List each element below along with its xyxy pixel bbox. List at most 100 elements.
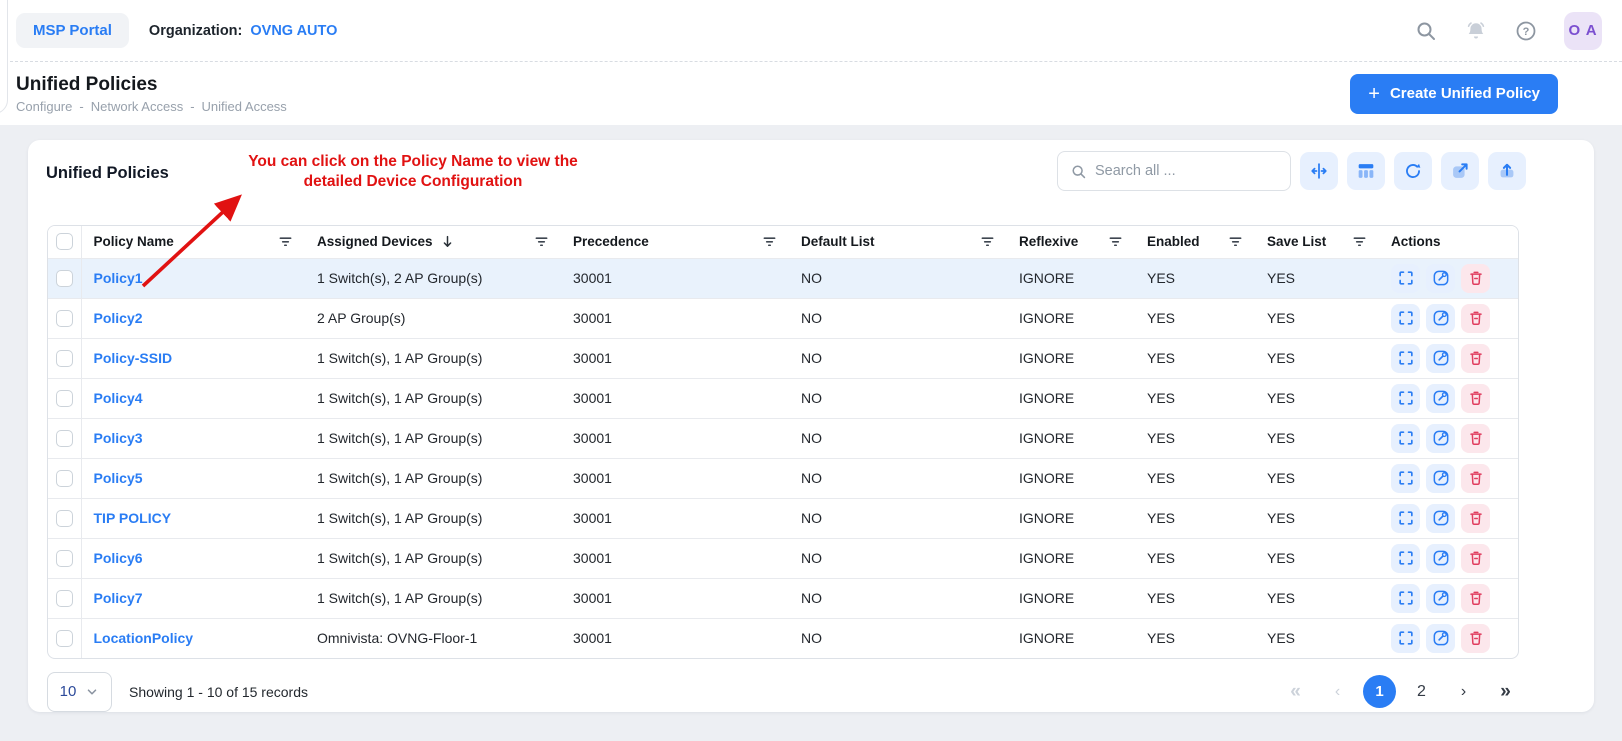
delete-policy-button[interactable] xyxy=(1461,384,1490,413)
table-row: LocationPolicy Omnivista: OVNG-Floor-1 3… xyxy=(48,618,1519,658)
topbar-left: MSP Portal Organization: OVNG AUTO xyxy=(16,13,337,48)
assigned-devices-cell: 1 Switch(s), 1 AP Group(s) xyxy=(305,338,561,378)
edit-policy-button[interactable] xyxy=(1426,304,1455,333)
next-page-button[interactable]: › xyxy=(1447,675,1480,708)
col-policy-name[interactable]: Policy Name xyxy=(81,226,305,258)
edit-policy-button[interactable] xyxy=(1426,424,1455,453)
col-save-list[interactable]: Save List xyxy=(1255,226,1379,258)
export-button[interactable] xyxy=(1441,152,1479,190)
policy-name-link[interactable]: LocationPolicy xyxy=(94,630,194,646)
row-checkbox[interactable] xyxy=(56,270,73,287)
table-row: Policy-SSID 1 Switch(s), 1 AP Group(s) 3… xyxy=(48,338,1519,378)
row-checkbox[interactable] xyxy=(56,430,73,447)
delete-policy-button[interactable] xyxy=(1461,544,1490,573)
create-unified-policy-button[interactable]: + Create Unified Policy xyxy=(1350,74,1558,114)
assigned-devices-cell: 1 Switch(s), 1 AP Group(s) xyxy=(305,378,561,418)
delete-policy-button[interactable] xyxy=(1461,624,1490,653)
filter-icon[interactable] xyxy=(1108,234,1123,249)
col-enabled[interactable]: Enabled xyxy=(1135,226,1255,258)
edit-policy-button[interactable] xyxy=(1426,384,1455,413)
expand-policy-button[interactable] xyxy=(1391,464,1420,493)
policy-name-link[interactable]: Policy7 xyxy=(94,590,143,606)
col-precedence[interactable]: Precedence xyxy=(561,226,789,258)
expand-policy-button[interactable] xyxy=(1391,344,1420,373)
last-page-button[interactable]: » xyxy=(1489,675,1522,708)
unified-policies-page: MSP Portal Organization: OVNG AUTO xyxy=(0,0,1622,741)
policy-name-link[interactable]: Policy3 xyxy=(94,430,143,446)
page-size-select[interactable]: 10 xyxy=(47,672,112,712)
edit-policy-button[interactable] xyxy=(1426,544,1455,573)
nav-flyout-edge xyxy=(0,0,8,114)
expand-policy-button[interactable] xyxy=(1391,424,1420,453)
organization-value[interactable]: OVNG AUTO xyxy=(250,23,337,39)
filter-icon[interactable] xyxy=(762,234,777,249)
import-upload-button[interactable] xyxy=(1488,152,1526,190)
fit-columns-button[interactable] xyxy=(1300,152,1338,190)
filter-icon[interactable] xyxy=(1352,234,1367,249)
help-icon[interactable]: ? xyxy=(1514,19,1538,43)
edit-policy-button[interactable] xyxy=(1426,464,1455,493)
policy-name-link[interactable]: Policy5 xyxy=(94,470,143,486)
col-default-list[interactable]: Default List xyxy=(789,226,1007,258)
prev-page-button[interactable]: ‹ xyxy=(1321,675,1354,708)
columns-settings-button[interactable] xyxy=(1347,152,1385,190)
filter-icon[interactable] xyxy=(278,234,293,249)
col-assigned-devices[interactable]: Assigned Devices xyxy=(305,226,561,258)
expand-policy-button[interactable] xyxy=(1391,384,1420,413)
first-page-button[interactable]: « xyxy=(1279,675,1312,708)
delete-policy-button[interactable] xyxy=(1461,264,1490,293)
breadcrumb-item-unified-access[interactable]: Unified Access xyxy=(202,99,287,114)
policy-name-link[interactable]: Policy6 xyxy=(94,550,143,566)
filter-icon[interactable] xyxy=(1228,234,1243,249)
filter-icon[interactable] xyxy=(534,234,549,249)
select-all-checkbox[interactable] xyxy=(56,233,73,250)
delete-policy-button[interactable] xyxy=(1461,344,1490,373)
row-checkbox[interactable] xyxy=(56,590,73,607)
expand-policy-button[interactable] xyxy=(1391,304,1420,333)
search-icon[interactable] xyxy=(1414,19,1438,43)
delete-policy-button[interactable] xyxy=(1461,304,1490,333)
col-reflexive[interactable]: Reflexive xyxy=(1007,226,1135,258)
policy-name-link[interactable]: Policy4 xyxy=(94,390,143,406)
row-checkbox[interactable] xyxy=(56,550,73,567)
delete-policy-button[interactable] xyxy=(1461,424,1490,453)
edit-policy-button[interactable] xyxy=(1426,504,1455,533)
row-checkbox[interactable] xyxy=(56,310,73,327)
sort-desc-icon[interactable] xyxy=(440,234,455,249)
expand-policy-button[interactable] xyxy=(1391,264,1420,293)
row-checkbox[interactable] xyxy=(56,510,73,527)
row-checkbox[interactable] xyxy=(56,350,73,367)
user-avatar[interactable]: O A xyxy=(1564,12,1602,50)
delete-policy-button[interactable] xyxy=(1461,464,1490,493)
chevron-down-icon xyxy=(85,685,99,699)
row-checkbox[interactable] xyxy=(56,630,73,647)
notifications-bell-icon[interactable] xyxy=(1464,19,1488,43)
plus-icon: + xyxy=(1368,84,1380,104)
filter-icon[interactable] xyxy=(980,234,995,249)
row-checkbox[interactable] xyxy=(56,470,73,487)
breadcrumb-item-configure[interactable]: Configure xyxy=(16,99,72,114)
edit-policy-button[interactable] xyxy=(1426,624,1455,653)
page-button-1[interactable]: 1 xyxy=(1363,675,1396,708)
policy-name-link[interactable]: Policy1 xyxy=(94,270,143,286)
page-button-2[interactable]: 2 xyxy=(1405,675,1438,708)
edit-policy-button[interactable] xyxy=(1426,264,1455,293)
policy-name-link[interactable]: Policy2 xyxy=(94,310,143,326)
delete-policy-button[interactable] xyxy=(1461,584,1490,613)
refresh-button[interactable] xyxy=(1394,152,1432,190)
assigned-devices-cell: 1 Switch(s), 1 AP Group(s) xyxy=(305,578,561,618)
msp-portal-button[interactable]: MSP Portal xyxy=(16,13,129,48)
policy-name-link[interactable]: TIP POLICY xyxy=(94,510,172,526)
expand-policy-button[interactable] xyxy=(1391,544,1420,573)
policy-name-link[interactable]: Policy-SSID xyxy=(94,350,173,366)
edit-policy-button[interactable] xyxy=(1426,344,1455,373)
edit-policy-button[interactable] xyxy=(1426,584,1455,613)
row-checkbox[interactable] xyxy=(56,390,73,407)
expand-policy-button[interactable] xyxy=(1391,624,1420,653)
expand-policy-button[interactable] xyxy=(1391,504,1420,533)
search-all-input[interactable] xyxy=(1095,163,1265,179)
expand-policy-button[interactable] xyxy=(1391,584,1420,613)
delete-policy-button[interactable] xyxy=(1461,504,1490,533)
breadcrumb-item-network-access[interactable]: Network Access xyxy=(91,99,183,114)
precedence-cell: 30001 xyxy=(561,298,789,338)
